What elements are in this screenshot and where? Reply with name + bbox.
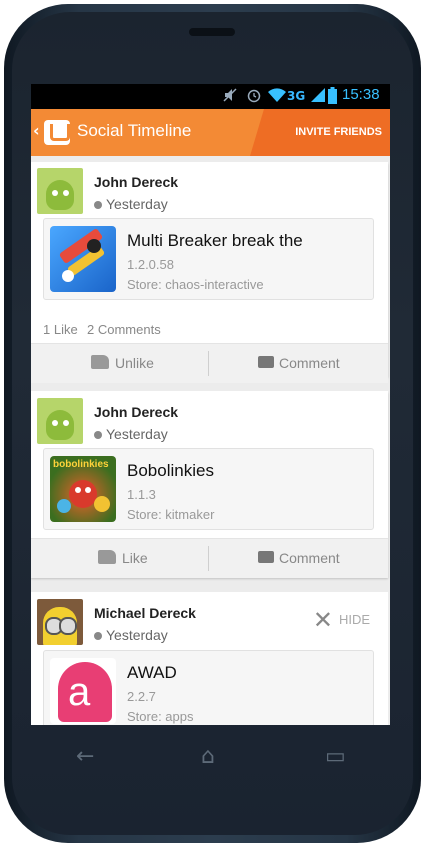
app-version: 1.1.3	[127, 487, 156, 502]
user-name[interactable]: John Dereck	[94, 174, 178, 190]
like-count[interactable]: 1 Like	[43, 322, 78, 337]
alarm-icon	[246, 87, 262, 109]
awad-app-icon: a	[50, 658, 116, 724]
card-actions: Like Comment	[31, 538, 388, 578]
like-button[interactable]: Like	[98, 539, 148, 578]
android-avatar-icon[interactable]	[37, 168, 83, 214]
invite-friends-button[interactable]: INVITE FRIENDS	[295, 126, 382, 138]
post-time: Yesterday	[94, 426, 168, 442]
user-name[interactable]: Michael Dereck	[94, 605, 196, 621]
action-bar: ‹ Social Timeline INVITE FRIENDS	[31, 109, 390, 156]
timeline-card: Michael Dereck Yesterday ✕ HIDE a AWAD 2.…	[31, 592, 388, 725]
app-card[interactable]: bobolinkies Bobolinkies 1.1.3 Store: kit…	[43, 448, 374, 530]
clock: 15:38	[342, 86, 380, 103]
hide-button[interactable]: ✕ HIDE	[313, 606, 370, 635]
app-store: Store: chaos-interactive	[127, 277, 264, 292]
app-card[interactable]: Multi Breaker break the 1.2.0.58 Store: …	[43, 218, 374, 300]
app-name: Bobolinkies	[127, 461, 214, 480]
timeline-card: John Dereck Yesterday Multi Breaker brea…	[31, 162, 388, 383]
status-bar: 3G 15:38	[31, 84, 390, 109]
home-key-icon[interactable]: ⌂	[201, 744, 215, 769]
post-time: Yesterday	[94, 627, 168, 643]
comment-button[interactable]: Comment	[258, 344, 340, 383]
back-chevron-icon[interactable]: ‹	[33, 121, 40, 140]
app-card[interactable]: a AWAD 2.2.7 Store: apps	[43, 650, 374, 725]
speaker-grille	[189, 28, 235, 36]
back-key-icon[interactable]: ←	[76, 744, 94, 769]
clock-icon	[94, 632, 102, 640]
thumbs-up-icon	[98, 550, 116, 564]
minion-avatar-icon[interactable]	[37, 599, 83, 645]
network-type: 3G	[287, 89, 306, 103]
clock-icon	[94, 201, 102, 209]
user-name[interactable]: John Dereck	[94, 404, 178, 420]
app-name: Multi Breaker break the	[127, 231, 303, 250]
wifi-icon	[267, 87, 287, 109]
divider	[208, 546, 209, 571]
app-name: AWAD	[127, 663, 177, 682]
app-store: Store: apps	[127, 709, 194, 724]
card-actions: Unlike Comment	[31, 343, 388, 383]
post-time: Yesterday	[94, 196, 168, 212]
app-version: 1.2.0.58	[127, 257, 174, 272]
app-store: Store: kitmaker	[127, 507, 215, 522]
app-version: 2.2.7	[127, 689, 156, 704]
android-avatar-icon[interactable]	[37, 398, 83, 444]
close-icon: ✕	[312, 607, 333, 634]
multi-breaker-app-icon	[50, 226, 116, 292]
clock-icon	[94, 431, 102, 439]
app-logo-icon[interactable]	[44, 120, 70, 145]
comment-bubble-icon	[258, 356, 274, 368]
unlike-button[interactable]: Unlike	[91, 344, 154, 383]
mute-icon	[223, 87, 237, 109]
comment-count[interactable]: 2 Comments	[87, 322, 161, 337]
recents-key-icon[interactable]: ▭	[325, 744, 346, 769]
thumbs-up-icon	[91, 355, 109, 369]
divider	[208, 351, 209, 376]
timeline-card: John Dereck Yesterday bobolinkies Boboli…	[31, 391, 388, 578]
battery-icon	[328, 87, 337, 110]
bobolinkies-app-icon: bobolinkies	[50, 456, 116, 522]
comment-bubble-icon	[258, 551, 274, 563]
screen: 3G 15:38 ‹ Social Timeline INVITE FRIEND…	[31, 84, 390, 725]
page-title: Social Timeline	[77, 121, 192, 140]
signal-icon	[310, 87, 326, 109]
comment-button[interactable]: Comment	[258, 539, 340, 578]
